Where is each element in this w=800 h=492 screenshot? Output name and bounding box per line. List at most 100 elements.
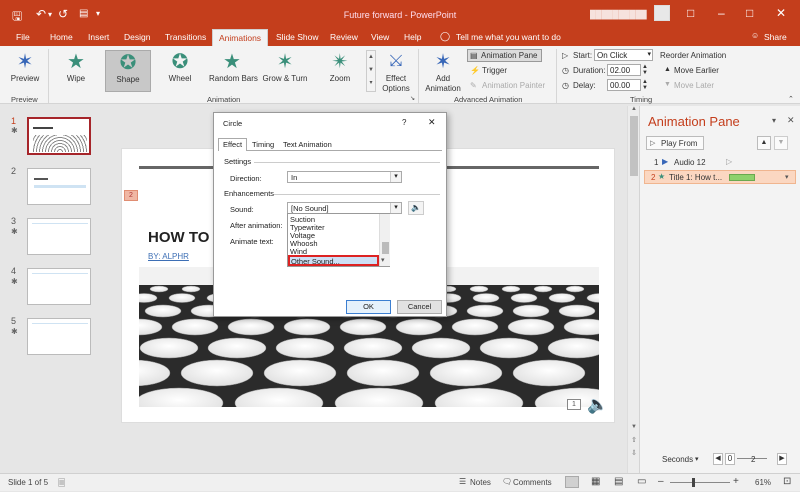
scroll-down-icon[interactable]: ▼ xyxy=(629,424,639,430)
animation-wheel[interactable]: ✪ Wheel xyxy=(157,50,203,92)
tab-transitions[interactable]: Transitions xyxy=(165,32,206,42)
zoom-in-timeline-icon[interactable]: ▶ xyxy=(777,453,787,465)
tab-file[interactable]: File xyxy=(16,32,30,42)
play-from-button[interactable]: ▷ Play From xyxy=(646,136,704,150)
tab-animations[interactable]: Animations xyxy=(212,29,269,46)
group-timing-label: Timing xyxy=(630,95,653,104)
dialog-close-icon[interactable]: ✕ xyxy=(428,117,436,128)
zoom-slider-track[interactable] xyxy=(670,482,730,483)
slide-number: 1 xyxy=(11,116,17,126)
zoom-out-icon[interactable]: – xyxy=(658,476,664,487)
audio-speaker-icon[interactable]: 🔈 xyxy=(587,395,608,415)
seconds-dropdown[interactable]: Seconds xyxy=(662,455,693,464)
move-up-button[interactable]: ▲ xyxy=(757,136,771,150)
previous-slide-icon[interactable]: ⇧ xyxy=(629,436,639,444)
scroll-thumb[interactable] xyxy=(630,116,638,176)
sound-option-selected[interactable]: Other Sound... xyxy=(288,255,379,266)
cancel-button[interactable]: Cancel xyxy=(397,300,442,314)
zoom-out-timeline-icon[interactable]: ◀ xyxy=(713,453,723,465)
slide-thumbnail[interactable] xyxy=(27,268,91,305)
dropdown-scroll-thumb[interactable] xyxy=(382,242,389,254)
move-earlier-button[interactable]: Move Earlier xyxy=(674,66,719,75)
direction-select[interactable]: In ▾ xyxy=(287,171,402,183)
slide-thumbnail[interactable] xyxy=(27,117,91,155)
trigger-button[interactable]: Trigger xyxy=(482,66,507,75)
spellcheck-icon[interactable]: 🗏 xyxy=(58,476,65,492)
dialog-tab-text-animation[interactable]: Text Animation xyxy=(279,139,336,150)
tab-design[interactable]: Design xyxy=(124,32,150,42)
pane-options-icon[interactable]: ▾ xyxy=(772,116,776,125)
animation-wipe[interactable]: ★ Wipe xyxy=(53,50,99,92)
close-pane-icon[interactable]: ✕ xyxy=(787,115,795,126)
animation-zoom[interactable]: ✴ Zoom xyxy=(317,50,363,92)
add-animation-button[interactable]: ✶ Add Animation xyxy=(423,50,463,93)
slide-thumbnail[interactable] xyxy=(27,168,91,205)
minimize-icon[interactable]: – xyxy=(718,6,725,20)
avatar[interactable] xyxy=(654,5,670,21)
zoom-level[interactable]: 61% xyxy=(755,478,771,487)
dialog-tab-effect[interactable]: Effect xyxy=(218,138,248,151)
ribbon-display-icon[interactable]: □ xyxy=(687,6,694,20)
move-later-button[interactable]: Move Later xyxy=(674,81,714,90)
animation-random-bars[interactable]: ★ Random Bars xyxy=(209,50,258,92)
fit-slide-icon[interactable]: ⊡ xyxy=(783,476,791,487)
collapse-ribbon-icon[interactable]: ⌃ xyxy=(788,95,794,103)
dropdown-scrollbar[interactable]: ▾ xyxy=(379,214,390,266)
maximize-icon[interactable]: □ xyxy=(746,6,753,20)
animation-painter-button[interactable]: Animation Painter xyxy=(482,81,545,90)
slide-byline[interactable]: BY: ALPHR xyxy=(148,252,189,261)
duration-spinner[interactable]: ▲ ▼ xyxy=(642,64,648,76)
ok-button[interactable]: OK xyxy=(346,300,391,314)
delay-input[interactable]: 00.00 xyxy=(607,79,641,91)
next-slide-icon[interactable]: ⇩ xyxy=(629,449,639,457)
start-select[interactable]: On Click ▾ xyxy=(594,49,653,61)
animation-pane-toggle[interactable]: ▤ Animation Pane xyxy=(467,49,542,62)
slide-thumbnail[interactable] xyxy=(27,318,91,355)
animation-shape[interactable]: ✪ Shape xyxy=(105,50,151,92)
animation-dialog-launcher-icon[interactable]: ↘ xyxy=(410,95,415,102)
animation-gallery-scroll[interactable]: ▲ ▼ ▾ xyxy=(366,50,376,92)
tab-slide-show[interactable]: Slide Show xyxy=(276,32,319,42)
tell-me-search[interactable]: Tell me what you want to do xyxy=(456,32,561,42)
close-icon[interactable]: ✕ xyxy=(776,6,786,20)
tab-view[interactable]: View xyxy=(371,32,389,42)
tab-insert[interactable]: Insert xyxy=(88,32,109,42)
chevron-down-icon[interactable]: ▾ xyxy=(381,256,385,264)
delay-spinner[interactable]: ▲ ▼ xyxy=(642,79,648,91)
dialog-tab-timing[interactable]: Timing xyxy=(248,139,278,150)
normal-view-icon[interactable] xyxy=(565,476,579,488)
item-dropdown-icon[interactable]: ▾ xyxy=(785,173,789,181)
notes-button[interactable]: Notes xyxy=(470,478,491,487)
preview-button[interactable]: ✶ Preview xyxy=(2,50,48,92)
comments-button[interactable]: Comments xyxy=(513,478,552,487)
zoom-slider-thumb[interactable] xyxy=(692,478,695,487)
tab-review[interactable]: Review xyxy=(330,32,358,42)
slide-thumbnail[interactable] xyxy=(27,218,91,255)
animation-tag[interactable]: 2 xyxy=(124,190,138,201)
animation-list-item-selected[interactable]: 2 ★ Title 1: How t... ▾ xyxy=(644,170,796,184)
animation-list-item[interactable]: 1 ▶ Audio 12 ▷ xyxy=(644,156,796,169)
vertical-scrollbar[interactable]: ▲ ▼ ⇧ ⇩ xyxy=(627,106,639,473)
animation-grow-turn[interactable]: ✶ Grow & Turn xyxy=(262,50,308,92)
audio-animation-tag[interactable]: 1 xyxy=(567,399,581,410)
zoom-in-icon[interactable]: + xyxy=(733,476,739,487)
help-icon[interactable]: ? xyxy=(402,118,406,127)
move-down-button[interactable]: ▼ xyxy=(774,136,788,150)
sound-dropdown-list[interactable]: Suction Typewriter Voltage Whoosh Wind O… xyxy=(287,213,390,267)
volume-icon[interactable]: 🔈 xyxy=(408,201,424,215)
seconds-chevron-icon[interactable]: ▾ xyxy=(695,455,699,463)
timeline-bar[interactable] xyxy=(729,174,755,181)
slide-title[interactable]: HOW TO xyxy=(148,229,209,246)
slide-sorter-icon[interactable]: ▦ xyxy=(591,476,600,487)
share-button[interactable]: Share xyxy=(764,32,787,42)
duration-input[interactable]: 02.00 xyxy=(607,64,641,76)
animate-text-label: Animate text: xyxy=(230,237,274,246)
scroll-up-icon[interactable]: ▲ xyxy=(629,106,639,112)
group-animation-label: Animation xyxy=(207,95,241,104)
tab-home[interactable]: Home xyxy=(50,32,73,42)
effect-options-button[interactable]: ⤩ Effect Options xyxy=(379,50,413,93)
signed-in-user[interactable]: ██████████ xyxy=(590,10,647,19)
slideshow-icon[interactable]: ▭ xyxy=(637,476,646,487)
tab-help[interactable]: Help xyxy=(404,32,421,42)
reading-view-icon[interactable]: ▤ xyxy=(614,476,623,487)
